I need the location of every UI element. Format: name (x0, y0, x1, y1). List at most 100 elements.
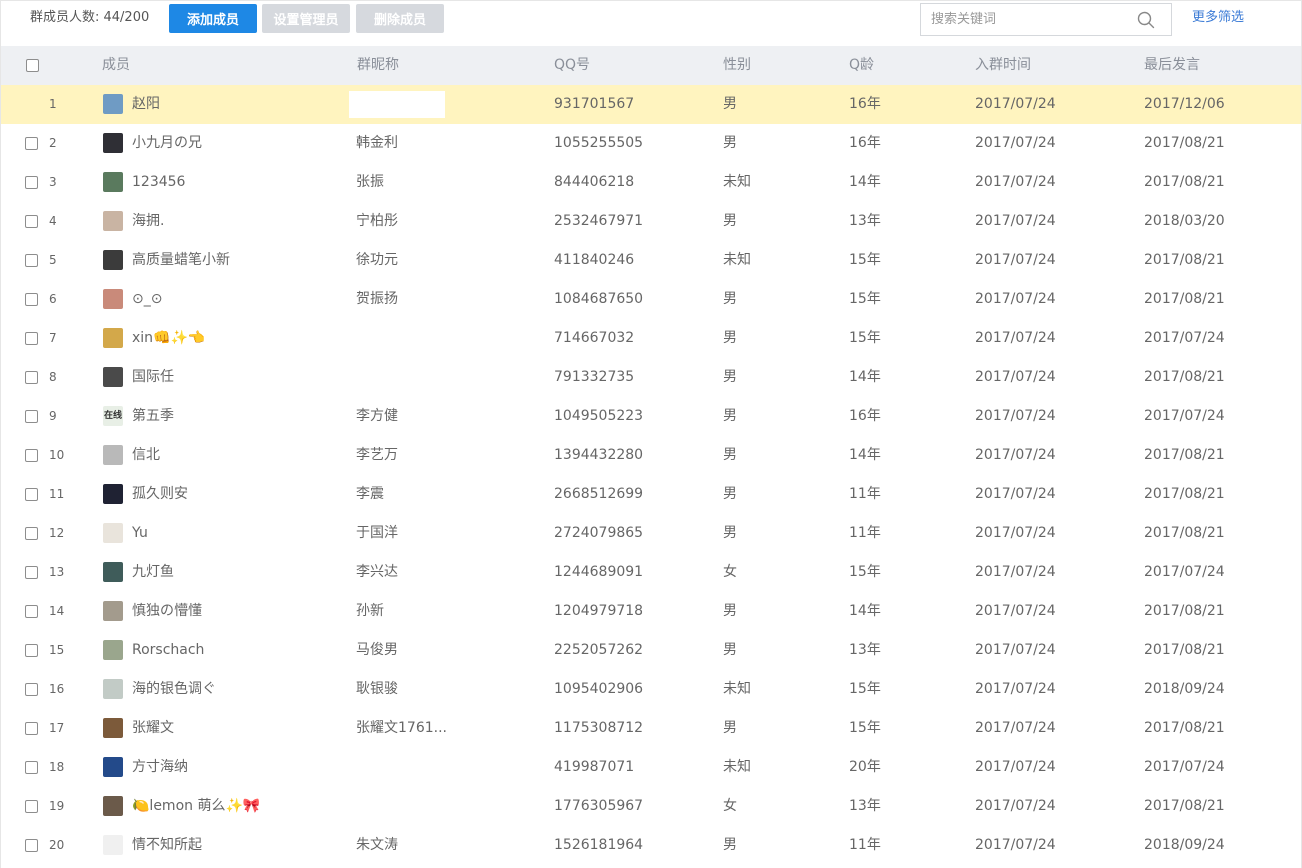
member-q-age: 15年 (849, 681, 881, 697)
row-checkbox[interactable] (25, 410, 38, 423)
table-row[interactable]: 4 海拥. 宁柏彤 2532467971 男 13年 2017/07/24 2018/03/2… (1, 202, 1301, 241)
member-gender: 男 (723, 291, 737, 307)
table-row[interactable]: 12 Yu 于国洋 2724079865 男 11年 2017/07/24 2017/08/2… (1, 514, 1301, 553)
table-row[interactable]: 2 小九月の兄 韩金利 1055255505 男 16年 2017/07/24 2017/08… (1, 124, 1301, 163)
member-name[interactable]: 第五季 (132, 397, 342, 436)
select-all-checkbox[interactable] (26, 59, 39, 72)
member-gender: 男 (723, 96, 737, 112)
column-q-age: Q龄 (849, 57, 875, 73)
row-checkbox[interactable] (25, 527, 38, 540)
member-name[interactable]: 赵阳 (132, 85, 342, 124)
member-name[interactable]: 张耀文 (132, 709, 342, 748)
member-qq: 1049505223 (554, 408, 644, 424)
member-nickname: 韩金利 (356, 135, 398, 151)
row-checkbox[interactable] (25, 839, 38, 852)
member-nickname: 耿银骏 (356, 681, 398, 697)
member-gender: 男 (723, 447, 737, 463)
remove-member-button[interactable]: 删除成员 (356, 4, 444, 33)
table-row[interactable]: 5 高质量蜡笔小新 徐功元 411840246 未知 15年 2017/07/24 2017/… (1, 241, 1301, 280)
column-join-date: 入群时间 (975, 57, 1031, 73)
row-checkbox[interactable] (25, 293, 38, 306)
row-checkbox[interactable] (25, 644, 38, 657)
member-name[interactable]: 小九月の兄 (132, 124, 342, 163)
table-row[interactable]: 17 张耀文 张耀文1761... 1175308712 男 15年 2017/07/24 2… (1, 709, 1301, 748)
table-row[interactable]: 7 xin👊✨👈 714667032 男 15年 2017/07/24 2017/07/24 (1, 319, 1301, 358)
member-gender: 未知 (723, 174, 751, 190)
table-row[interactable]: 16 海的银色调ぐ 耿银骏 1095402906 未知 15年 2017/07/24 2018… (1, 670, 1301, 709)
member-nickname (356, 748, 541, 787)
table-row[interactable]: 8 国际任 791332735 男 14年 2017/07/24 2017/08/21 (1, 358, 1301, 397)
avatar (103, 562, 123, 582)
row-checkbox[interactable] (25, 371, 38, 384)
table-row[interactable]: 3 123456 张振 844406218 未知 14年 2017/07/24 2017/08… (1, 163, 1301, 202)
row-checkbox[interactable] (25, 605, 38, 618)
member-name[interactable]: Yu (132, 514, 342, 553)
member-name[interactable]: 高质量蜡笔小新 (132, 241, 342, 280)
column-member: 成员 (102, 57, 130, 73)
member-qq: 714667032 (554, 330, 635, 346)
row-index: 3 (49, 175, 57, 189)
member-join-date: 2017/07/24 (975, 213, 1056, 229)
member-name[interactable]: 九灯鱼 (132, 553, 342, 592)
row-checkbox[interactable] (25, 137, 38, 150)
row-index: 16 (49, 682, 65, 696)
member-name[interactable]: 海的银色调ぐ (132, 670, 342, 709)
member-join-date: 2017/07/24 (975, 408, 1056, 424)
member-gender: 男 (723, 525, 737, 541)
member-name[interactable]: 情不知所起 (132, 826, 342, 865)
member-last-message: 2018/09/24 (1144, 837, 1225, 853)
table-row[interactable]: 20 情不知所起 朱文涛 1526181964 男 11年 2017/07/24 2018/0… (1, 826, 1301, 865)
table-row[interactable]: 6 ⊙_⊙ 贺振扬 1084687650 男 15年 2017/07/24 2017/08/2… (1, 280, 1301, 319)
member-name[interactable]: 国际任 (132, 358, 342, 397)
more-filter-link[interactable]: 更多筛选 (1192, 9, 1244, 27)
table-row[interactable]: 10 信北 李艺万 1394432280 男 14年 2017/07/24 2017/08/2… (1, 436, 1301, 475)
row-checkbox[interactable] (25, 254, 38, 267)
member-name[interactable]: xin👊✨👈 (132, 319, 342, 358)
member-name[interactable]: 慎独の懵懂 (132, 592, 342, 631)
row-checkbox[interactable] (25, 215, 38, 228)
member-name[interactable]: 信北 (132, 436, 342, 475)
row-checkbox[interactable] (25, 566, 38, 579)
row-checkbox[interactable] (25, 176, 38, 189)
row-checkbox[interactable] (25, 722, 38, 735)
row-checkbox[interactable] (25, 332, 38, 345)
row-checkbox[interactable] (25, 449, 38, 462)
member-qq: 1095402906 (554, 681, 644, 697)
member-gender: 男 (723, 603, 737, 619)
table-row[interactable]: 13 九灯鱼 李兴达 1244689091 女 15年 2017/07/24 2017/07/… (1, 553, 1301, 592)
member-name[interactable]: ⊙_⊙ (132, 280, 342, 319)
member-name[interactable]: Rorschach (132, 631, 342, 670)
row-checkbox[interactable] (25, 488, 38, 501)
row-index: 15 (49, 643, 65, 657)
table-row[interactable]: 19 🍋lemon 萌么✨🎀 1776305967 女 13年 2017/07/24 201… (1, 787, 1301, 826)
member-nickname (356, 319, 541, 358)
member-join-date: 2017/07/24 (975, 681, 1056, 697)
member-gender: 男 (723, 369, 737, 385)
table-row[interactable]: 11 孤久则安 李震 2668512699 男 11年 2017/07/24 2017/08/… (1, 475, 1301, 514)
search-input[interactable] (921, 4, 1131, 35)
member-nickname: 李震 (356, 486, 384, 502)
row-index: 10 (49, 448, 65, 462)
avatar (103, 679, 123, 699)
member-last-message: 2017/07/24 (1144, 564, 1225, 580)
member-name[interactable]: 123456 (132, 163, 342, 202)
row-index: 11 (49, 487, 65, 501)
nickname-edit-field[interactable] (349, 91, 445, 118)
row-checkbox[interactable] (25, 761, 38, 774)
table-row[interactable]: 1 赵阳 931701567 男 16年 2017/07/24 2017/12/06 (1, 85, 1301, 124)
member-name[interactable]: 海拥. (132, 202, 342, 241)
member-name[interactable]: 孤久则安 (132, 475, 342, 514)
row-checkbox[interactable] (25, 683, 38, 696)
member-name[interactable]: 方寸海纳 (132, 748, 342, 787)
add-member-button[interactable]: 添加成员 (169, 4, 257, 33)
member-qq: 1204979718 (554, 603, 644, 619)
table-row[interactable]: 9 在线 第五季 李方健 1049505223 男 16年 2017/07/24 2017/07… (1, 397, 1301, 436)
row-checkbox[interactable] (25, 800, 38, 813)
table-row[interactable]: 18 方寸海纳 419987071 未知 20年 2017/07/24 2017/07/24 (1, 748, 1301, 787)
member-name[interactable]: 🍋lemon 萌么✨🎀 (132, 787, 342, 826)
table-row[interactable]: 15 Rorschach 马俊男 2252057262 男 13年 2017/07/24 20… (1, 631, 1301, 670)
table-row[interactable]: 14 慎独の懵懂 孙新 1204979718 男 14年 2017/07/24 2017/08… (1, 592, 1301, 631)
search-icon[interactable] (1137, 11, 1155, 29)
avatar (103, 757, 123, 777)
set-admin-button[interactable]: 设置管理员 (262, 4, 350, 33)
